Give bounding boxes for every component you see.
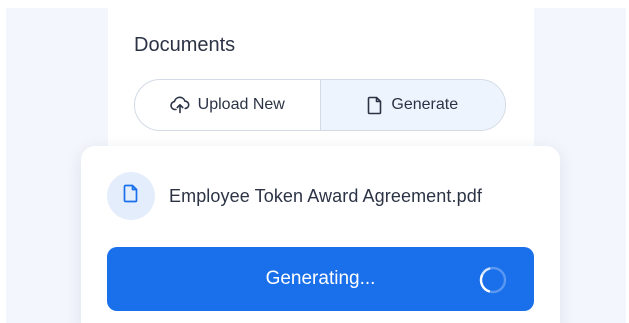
spinner-icon — [478, 265, 508, 295]
generating-label: Generating... — [265, 268, 376, 289]
generate-tab-button[interactable]: Generate — [319, 80, 505, 130]
generating-button[interactable]: Generating... — [107, 247, 534, 311]
cloud-upload-icon — [169, 96, 190, 114]
document-source-toggle: Upload New Generate — [134, 79, 506, 131]
file-icon-badge — [107, 172, 155, 220]
document-icon — [367, 96, 383, 115]
file-icon — [123, 184, 139, 208]
generate-label: Generate — [391, 96, 459, 113]
upload-new-button[interactable]: Upload New — [135, 80, 320, 130]
file-row: Employee Token Award Agreement.pdf — [107, 172, 482, 220]
screen: Documents Upload New Generate Employee T… — [0, 0, 629, 323]
documents-heading: Documents — [134, 34, 236, 56]
file-name: Employee Token Award Agreement.pdf — [169, 185, 482, 206]
generation-card: Employee Token Award Agreement.pdf Gener… — [81, 146, 560, 323]
upload-new-label: Upload New — [197, 96, 285, 113]
